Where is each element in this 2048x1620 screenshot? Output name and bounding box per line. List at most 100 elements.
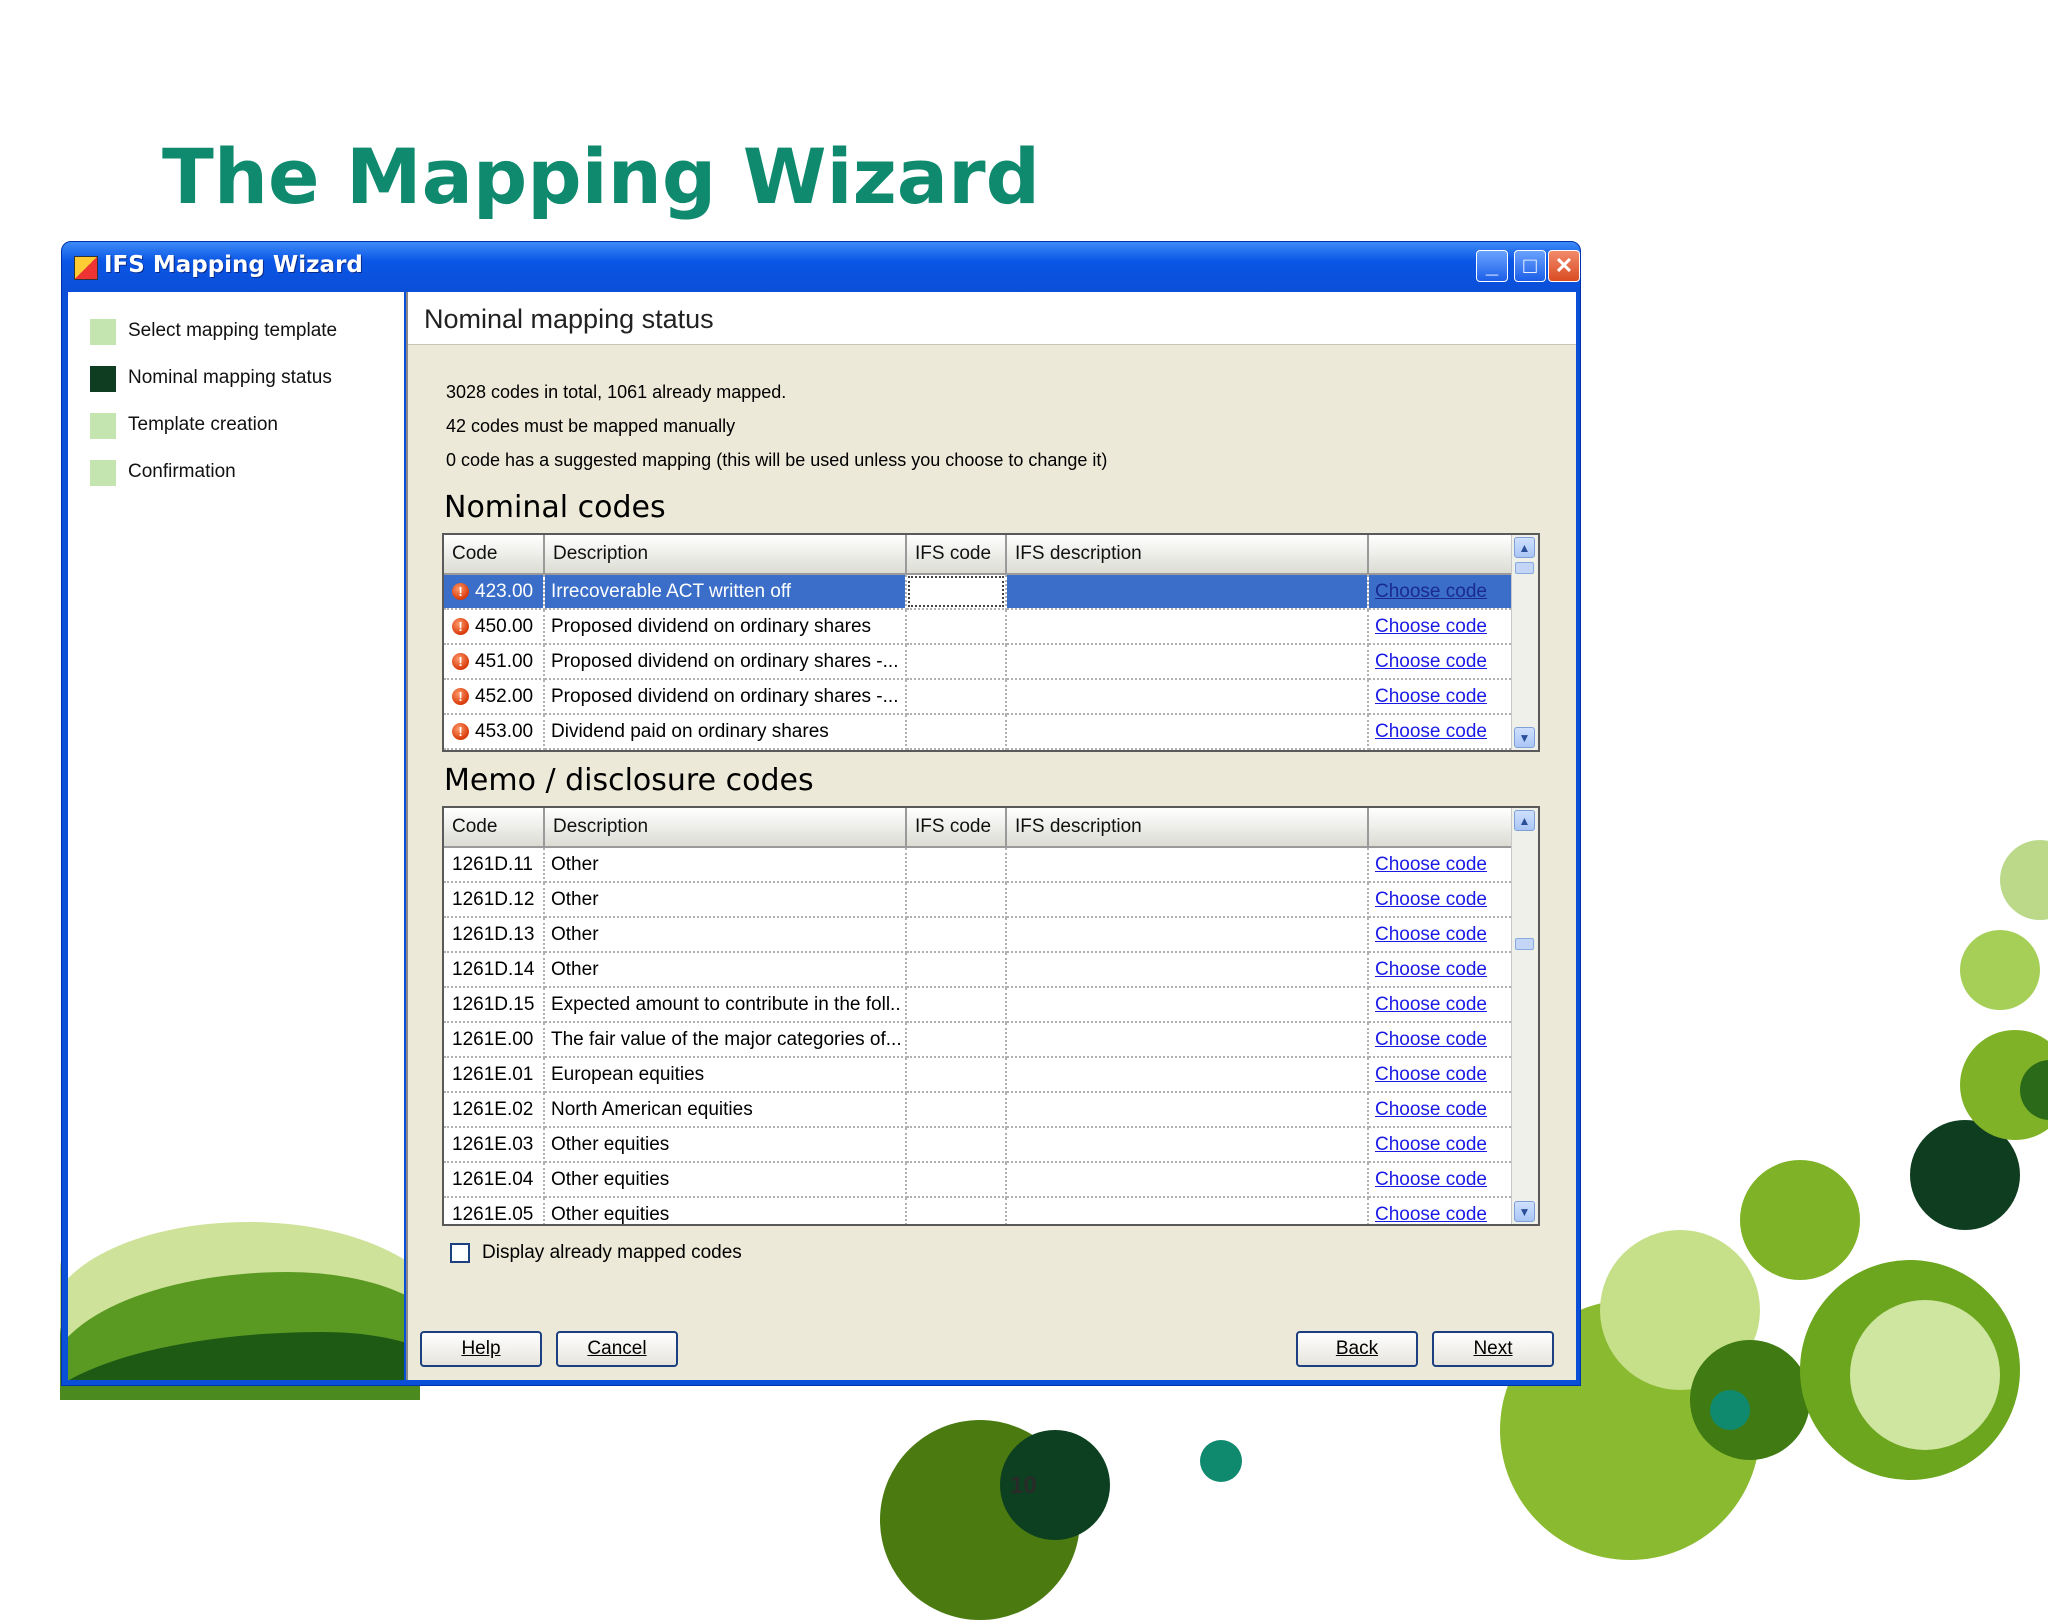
- ifs-code-cell[interactable]: [906, 952, 1007, 988]
- code-cell[interactable]: 1261E.03: [444, 1127, 545, 1163]
- scroll-thumb[interactable]: [1515, 562, 1534, 574]
- description-cell[interactable]: Other: [544, 882, 907, 918]
- column-header-ifs-description[interactable]: IFS description: [1006, 535, 1369, 575]
- table-row[interactable]: 1261E.03 Other equities Choose code: [444, 1127, 1515, 1163]
- code-cell[interactable]: ! 453.00: [444, 714, 545, 750]
- cancel-button[interactable]: Cancel: [556, 1331, 678, 1367]
- table-row[interactable]: 1261D.15 Expected amount to contribute in…: [444, 987, 1515, 1023]
- table-row[interactable]: ! 453.00 Dividend paid on ordinary shares C…: [444, 714, 1515, 750]
- table-row[interactable]: 1261E.04 Other equities Choose code: [444, 1162, 1515, 1198]
- description-cell[interactable]: Other: [544, 847, 907, 883]
- ifs-description-cell[interactable]: [1006, 1197, 1369, 1224]
- ifs-code-cell[interactable]: [906, 847, 1007, 883]
- code-cell[interactable]: 1261E.05: [444, 1197, 545, 1224]
- scroll-up-icon[interactable]: ▲: [1514, 810, 1535, 831]
- description-cell[interactable]: European equities: [544, 1057, 907, 1093]
- window-titlebar[interactable]: IFS Mapping Wizard _ □ ✕: [62, 242, 1580, 290]
- table-row[interactable]: 1261D.14 Other Choose code: [444, 952, 1515, 988]
- description-cell[interactable]: Proposed dividend on ordinary shares: [544, 609, 907, 645]
- ifs-description-cell[interactable]: [1006, 1162, 1369, 1198]
- ifs-code-cell[interactable]: [906, 1022, 1007, 1058]
- code-cell[interactable]: 1261D.15: [444, 987, 545, 1023]
- description-cell[interactable]: The fair value of the major categories o…: [544, 1022, 907, 1058]
- scroll-down-icon[interactable]: ▼: [1514, 727, 1535, 748]
- maximize-button[interactable]: □: [1514, 250, 1546, 282]
- description-cell[interactable]: Other: [544, 952, 907, 988]
- ifs-code-cell[interactable]: [906, 644, 1007, 680]
- close-button[interactable]: ✕: [1548, 250, 1580, 282]
- column-header-ifs-description[interactable]: IFS description: [1006, 808, 1369, 848]
- choose-code-link[interactable]: Choose code: [1375, 924, 1487, 945]
- description-cell[interactable]: Irrecoverable ACT written off: [544, 574, 907, 610]
- ifs-description-cell[interactable]: [1006, 987, 1369, 1023]
- code-cell[interactable]: 1261D.11: [444, 847, 545, 883]
- ifs-description-cell[interactable]: [1006, 609, 1369, 645]
- code-cell[interactable]: 1261D.13: [444, 917, 545, 953]
- column-header-code[interactable]: Code: [444, 808, 545, 848]
- description-cell[interactable]: North American equities: [544, 1092, 907, 1128]
- table-row[interactable]: ! 451.00 Proposed dividend on ordinary sha…: [444, 644, 1515, 680]
- ifs-description-cell[interactable]: [1006, 574, 1369, 610]
- choose-code-link[interactable]: Choose code: [1375, 686, 1487, 707]
- memo-grid-scrollbar[interactable]: ▲ ▼: [1511, 808, 1538, 1224]
- ifs-code-cell[interactable]: [906, 1197, 1007, 1224]
- ifs-description-cell[interactable]: [1006, 644, 1369, 680]
- checkbox-box[interactable]: [450, 1243, 470, 1263]
- choose-code-link[interactable]: Choose code: [1375, 994, 1487, 1015]
- ifs-code-cell[interactable]: [906, 609, 1007, 645]
- ifs-description-cell[interactable]: [1006, 847, 1369, 883]
- code-cell[interactable]: 1261D.14: [444, 952, 545, 988]
- table-row[interactable]: 1261D.11 Other Choose code: [444, 847, 1515, 883]
- ifs-description-cell[interactable]: [1006, 882, 1369, 918]
- ifs-description-cell[interactable]: [1006, 679, 1369, 715]
- choose-code-link[interactable]: Choose code: [1375, 1169, 1487, 1190]
- back-button[interactable]: Back: [1296, 1331, 1418, 1367]
- scroll-thumb[interactable]: [1515, 938, 1534, 950]
- help-button[interactable]: Help: [420, 1331, 542, 1367]
- choose-code-link[interactable]: Choose code: [1375, 616, 1487, 637]
- ifs-description-cell[interactable]: [1006, 952, 1369, 988]
- ifs-code-cell[interactable]: [906, 1127, 1007, 1163]
- ifs-code-cell[interactable]: [906, 987, 1007, 1023]
- scroll-up-icon[interactable]: ▲: [1514, 537, 1535, 558]
- description-cell[interactable]: Other equities: [544, 1127, 907, 1163]
- ifs-description-cell[interactable]: [1006, 714, 1369, 750]
- table-row[interactable]: ! 450.00 Proposed dividend on ordinary sha…: [444, 609, 1515, 645]
- ifs-code-cell[interactable]: [906, 679, 1007, 715]
- code-cell[interactable]: 1261E.02: [444, 1092, 545, 1128]
- next-button[interactable]: Next: [1432, 1331, 1554, 1367]
- ifs-description-cell[interactable]: [1006, 917, 1369, 953]
- minimize-button[interactable]: _: [1476, 250, 1508, 282]
- table-row[interactable]: 1261E.01 European equities Choose code: [444, 1057, 1515, 1093]
- choose-code-link[interactable]: Choose code: [1375, 581, 1487, 602]
- choose-code-link[interactable]: Choose code: [1375, 959, 1487, 980]
- description-cell[interactable]: Other equities: [544, 1162, 907, 1198]
- column-header-ifs-code[interactable]: IFS code: [906, 808, 1007, 848]
- ifs-code-cell[interactable]: [906, 917, 1007, 953]
- choose-code-link[interactable]: Choose code: [1375, 889, 1487, 910]
- choose-code-link[interactable]: Choose code: [1375, 1134, 1487, 1155]
- code-cell[interactable]: 1261D.12: [444, 882, 545, 918]
- ifs-description-cell[interactable]: [1006, 1127, 1369, 1163]
- table-row[interactable]: ! 452.00 Proposed dividend on ordinary sha…: [444, 679, 1515, 715]
- ifs-description-cell[interactable]: [1006, 1057, 1369, 1093]
- ifs-code-cell[interactable]: [906, 574, 1007, 610]
- column-header-description[interactable]: Description: [544, 535, 907, 575]
- column-header-ifs-code[interactable]: IFS code: [906, 535, 1007, 575]
- ifs-code-cell[interactable]: [906, 1092, 1007, 1128]
- code-cell[interactable]: ! 423.00: [444, 574, 545, 610]
- choose-code-link[interactable]: Choose code: [1375, 1204, 1487, 1225]
- table-row[interactable]: ! 423.00 Irrecoverable ACT written off Choo…: [444, 574, 1515, 610]
- code-cell[interactable]: ! 451.00: [444, 644, 545, 680]
- table-row[interactable]: 1261D.13 Other Choose code: [444, 917, 1515, 953]
- table-row[interactable]: 1261E.05 Other equities Choose code: [444, 1197, 1515, 1225]
- code-cell[interactable]: ! 452.00: [444, 679, 545, 715]
- choose-code-link[interactable]: Choose code: [1375, 1099, 1487, 1120]
- code-cell[interactable]: 1261E.00: [444, 1022, 545, 1058]
- ifs-code-cell[interactable]: [906, 714, 1007, 750]
- ifs-code-cell[interactable]: [906, 1162, 1007, 1198]
- description-cell[interactable]: Proposed dividend on ordinary shares -..…: [544, 679, 907, 715]
- table-row[interactable]: 1261D.12 Other Choose code: [444, 882, 1515, 918]
- choose-code-link[interactable]: Choose code: [1375, 721, 1487, 742]
- description-cell[interactable]: Expected amount to contribute in the fol…: [544, 987, 907, 1023]
